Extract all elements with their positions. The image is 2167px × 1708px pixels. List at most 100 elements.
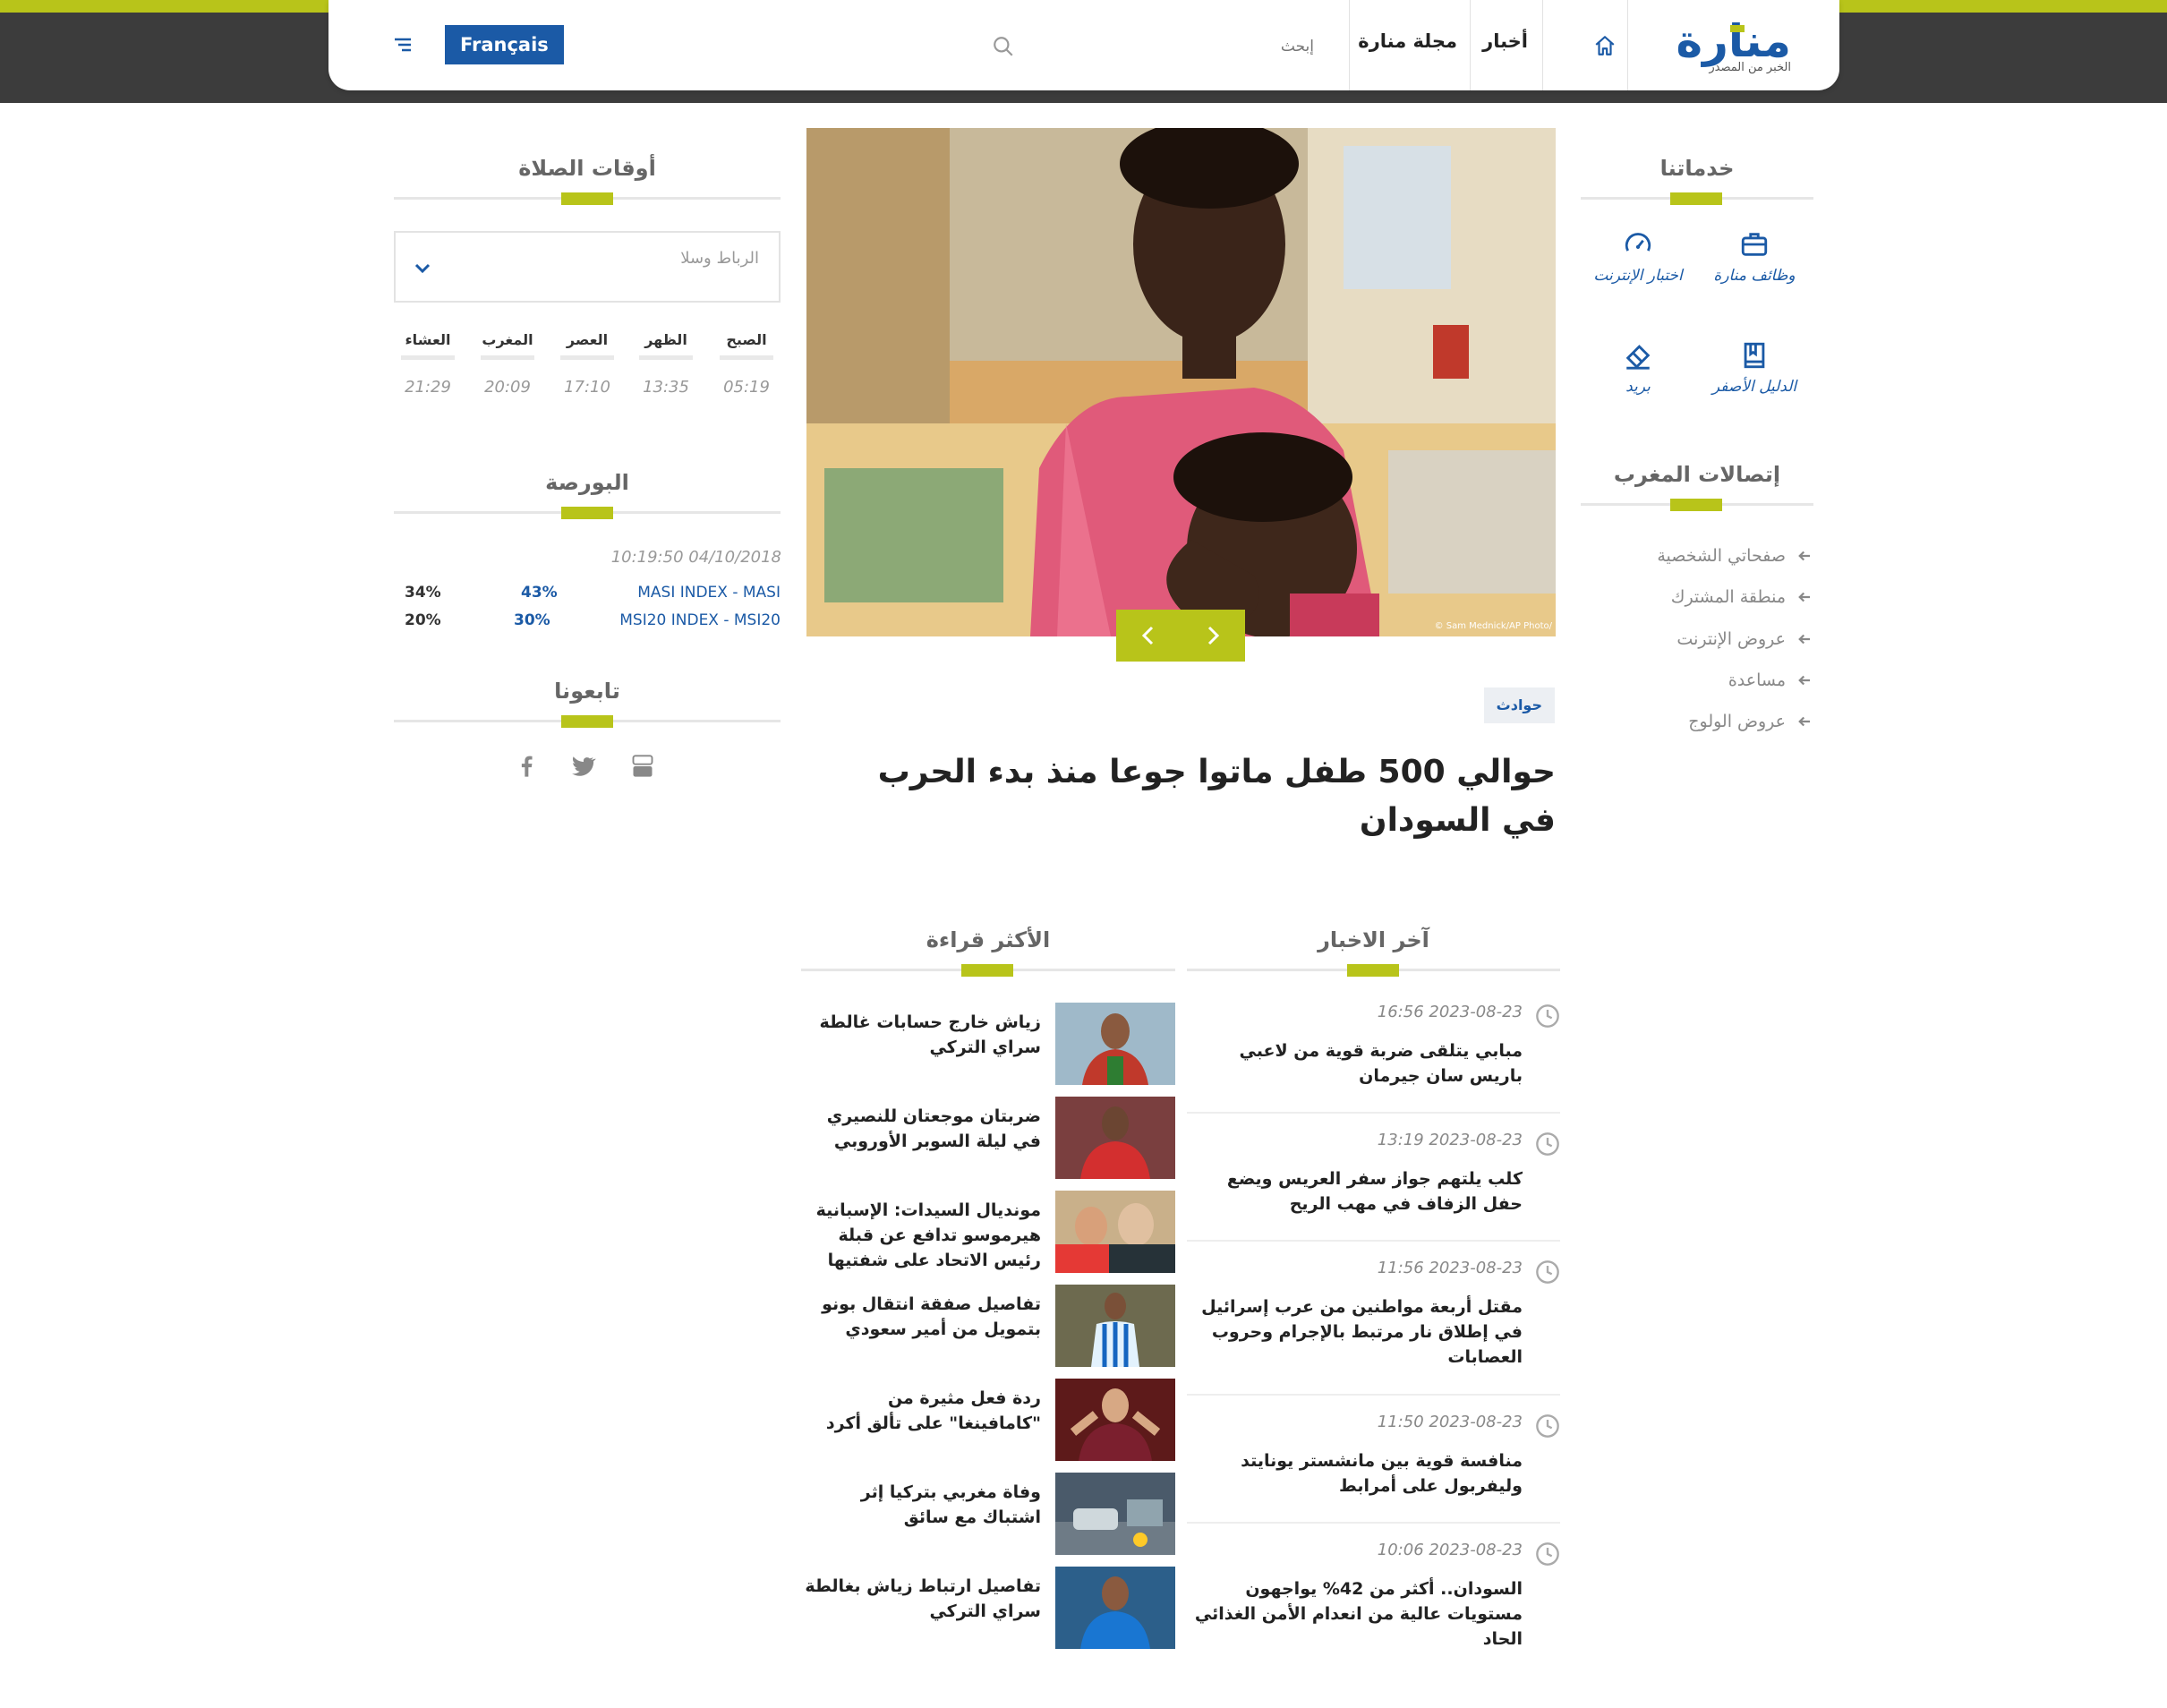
iam-link-label: منطقة المشترك — [1670, 587, 1786, 607]
facebook-icon[interactable] — [514, 754, 539, 779]
news-timestamp: 10:06 2023-08-23 — [1377, 1541, 1523, 1559]
search-icon[interactable] — [992, 35, 1015, 58]
youtube-icon[interactable] — [630, 754, 655, 779]
iam-link-label: صفحاتي الشخصية — [1657, 546, 1786, 566]
section-accent-bar — [561, 192, 613, 205]
prayer-name: العصر — [566, 331, 609, 348]
most-read-item[interactable]: ضربتان موجعتان للنصيري في ليلة السوبر ال… — [801, 1097, 1175, 1179]
most-read-title-text: زياش خارج حسابات غالطة سراي التركي — [819, 1012, 1041, 1057]
most-read-title: الأكثر قراءة — [926, 927, 1051, 952]
prayer-divider — [481, 355, 534, 360]
divider — [1187, 1522, 1560, 1524]
latest-news-item[interactable]: 11:50 2023-08-23 منافسة قوية بين مانشستر… — [1187, 1411, 1560, 1509]
arrow-left-icon — [1798, 716, 1810, 727]
featured-headline[interactable]: حوالي 500 طفل ماتوا جوعا منذ بدء الحرب ف… — [877, 748, 1556, 845]
latest-news-item[interactable]: 13:19 2023-08-23 كلب يلتهم جواز سفر العر… — [1187, 1129, 1560, 1227]
service-label: اختبار الإنترنت — [1593, 267, 1683, 285]
iam-link-help[interactable]: مساعدة — [1728, 670, 1813, 690]
most-read-title-text: تفاصيل ارتباط زياش بغالطة سراي التركي — [805, 1576, 1041, 1621]
prayer-name: المغرب — [482, 331, 533, 348]
nav-news-link[interactable]: أخبار — [1482, 30, 1528, 52]
news-time-row: 10:06 2023-08-23 — [1187, 1539, 1560, 1566]
mail-icon — [1625, 345, 1651, 370]
service-label: الدليل الأصفر — [1711, 378, 1797, 396]
most-read-item[interactable]: تفاصيل صفقة انتقال بونو بتمويل من أمير س… — [801, 1285, 1175, 1367]
most-read-title-text: ردة فعل مثيرة من "كامافينغا" على تألق أك… — [825, 1388, 1041, 1433]
iam-link-subscriber-area[interactable]: منطقة المشترك — [1671, 587, 1813, 607]
news-timestamp: 11:56 2023-08-23 — [1377, 1259, 1523, 1277]
bourse-index-name: MASI INDEX - MASI — [637, 584, 781, 602]
arrow-left-icon — [1798, 675, 1810, 686]
most-read-item[interactable]: وفاة مغربي بتركيا إثر اشتباك مع سائق — [801, 1473, 1175, 1555]
site-header: منارة الخبر من المصدر أخبار مجلة منارة F… — [328, 0, 1839, 90]
prayer-name: العشاء — [405, 331, 451, 348]
most-read-item[interactable]: تفاصيل ارتباط زياش بغالطة سراي التركي — [801, 1567, 1175, 1649]
most-read-item[interactable]: مونديال السيدات: الإسبانية هيرموسو تدافع… — [801, 1191, 1175, 1273]
service-label: وظائف منارة — [1713, 267, 1796, 285]
prayer-isha: العشاء 21:29 — [388, 331, 467, 397]
news-timestamp: 16:56 2023-08-23 — [1377, 1003, 1523, 1021]
latest-news-item[interactable]: 11:56 2023-08-23 مقتل أربعة مواطنين من ع… — [1187, 1257, 1560, 1382]
twitter-icon[interactable] — [571, 754, 596, 779]
most-read-title-text: ضربتان موجعتان للنصيري في ليلة السوبر ال… — [826, 1106, 1041, 1151]
most-read-title-text: مونديال السيدات: الإسبانية هيرموسو تدافع… — [815, 1200, 1041, 1270]
slider-prev-button[interactable] — [1116, 610, 1181, 662]
prayer-time: 21:29 — [405, 378, 451, 397]
nav-divider — [1470, 0, 1471, 90]
service-jobs[interactable]: وظائف منارة — [1701, 229, 1808, 285]
category-tag[interactable]: حوادث — [1483, 687, 1555, 723]
iam-title: إتصالات المغرب — [1613, 462, 1781, 487]
language-switch-button[interactable]: Français — [445, 25, 564, 64]
most-read-title-text: وفاة مغربي بتركيا إثر اشتباك مع سائق — [860, 1482, 1041, 1527]
nav-magazine-link[interactable]: مجلة منارة — [1358, 30, 1457, 52]
nav-divider — [1627, 0, 1628, 90]
iam-link-label: عروض الولوج — [1688, 712, 1786, 731]
latest-news-item[interactable]: 10:06 2023-08-23 السودان.. أكثر من 42% ي… — [1187, 1539, 1560, 1664]
services-title: خدماتنا — [1659, 156, 1735, 181]
service-label: بريد — [1625, 378, 1651, 396]
news-time-row: 16:56 2023-08-23 — [1187, 1001, 1560, 1028]
nav-divider — [1542, 0, 1543, 90]
section-accent-bar — [1670, 192, 1722, 205]
clock-icon — [1536, 1260, 1559, 1284]
divider — [1187, 1112, 1560, 1114]
article-thumbnail — [1055, 1379, 1175, 1461]
iam-link-personal-pages[interactable]: صفحاتي الشخصية — [1657, 546, 1813, 566]
city-select[interactable]: الرباط وسلا — [394, 231, 781, 303]
bourse-title: البورصة — [545, 470, 629, 495]
article-thumbnail — [1055, 1191, 1175, 1273]
slider-next-button[interactable] — [1181, 610, 1245, 662]
service-speedtest[interactable]: اختبار الإنترنت — [1584, 229, 1692, 285]
news-title: منافسة قوية بين مانشستر يونايتد وليفربول… — [1241, 1451, 1523, 1496]
news-timestamp: 13:19 2023-08-23 — [1377, 1131, 1523, 1149]
site-logo[interactable]: منارة الخبر من المصدر — [1657, 18, 1791, 77]
article-thumbnail — [1055, 1473, 1175, 1555]
news-time-row: 13:19 2023-08-23 — [1187, 1129, 1560, 1156]
prayer-time: 20:09 — [484, 378, 531, 397]
chevron-down-icon — [414, 263, 431, 274]
logo-accent-mark — [1730, 25, 1745, 32]
service-mail[interactable]: بريد — [1584, 340, 1692, 396]
service-yellow-pages[interactable]: الدليل الأصفر — [1701, 340, 1808, 396]
hamburger-menu-icon[interactable] — [391, 34, 414, 56]
section-accent-bar — [561, 715, 613, 728]
bourse-row: MSI20 INDEX - MSI20 30% 20% — [405, 611, 781, 635]
prayer-dhuhr: الظهر 13:35 — [627, 331, 705, 397]
article-thumbnail — [1055, 1567, 1175, 1649]
most-read-item[interactable]: زياش خارج حسابات غالطة سراي التركي — [801, 1003, 1175, 1085]
prayer-divider — [639, 355, 693, 360]
section-accent-bar — [1347, 964, 1399, 977]
search-input[interactable] — [1037, 30, 1314, 63]
featured-image[interactable]: © Sam Mednick/AP Photo/ — [806, 128, 1556, 636]
clock-icon — [1536, 1542, 1559, 1566]
bourse-value: 34% — [405, 584, 441, 602]
prayer-maghrib: المغرب 20:09 — [468, 331, 547, 397]
iam-link-internet-offers[interactable]: عروض الإنترنت — [1676, 629, 1813, 649]
bourse-value: 30% — [514, 611, 550, 629]
prayer-divider — [401, 355, 455, 360]
home-icon[interactable] — [1593, 34, 1617, 57]
most-read-item[interactable]: ردة فعل مثيرة من "كامافينغا" على تألق أك… — [801, 1379, 1175, 1461]
prayer-time: 13:35 — [643, 378, 689, 397]
latest-news-item[interactable]: 16:56 2023-08-23 مبابي يتلقى ضربة قوية م… — [1187, 1001, 1560, 1099]
iam-link-access-offers[interactable]: عروض الولوج — [1688, 712, 1813, 731]
